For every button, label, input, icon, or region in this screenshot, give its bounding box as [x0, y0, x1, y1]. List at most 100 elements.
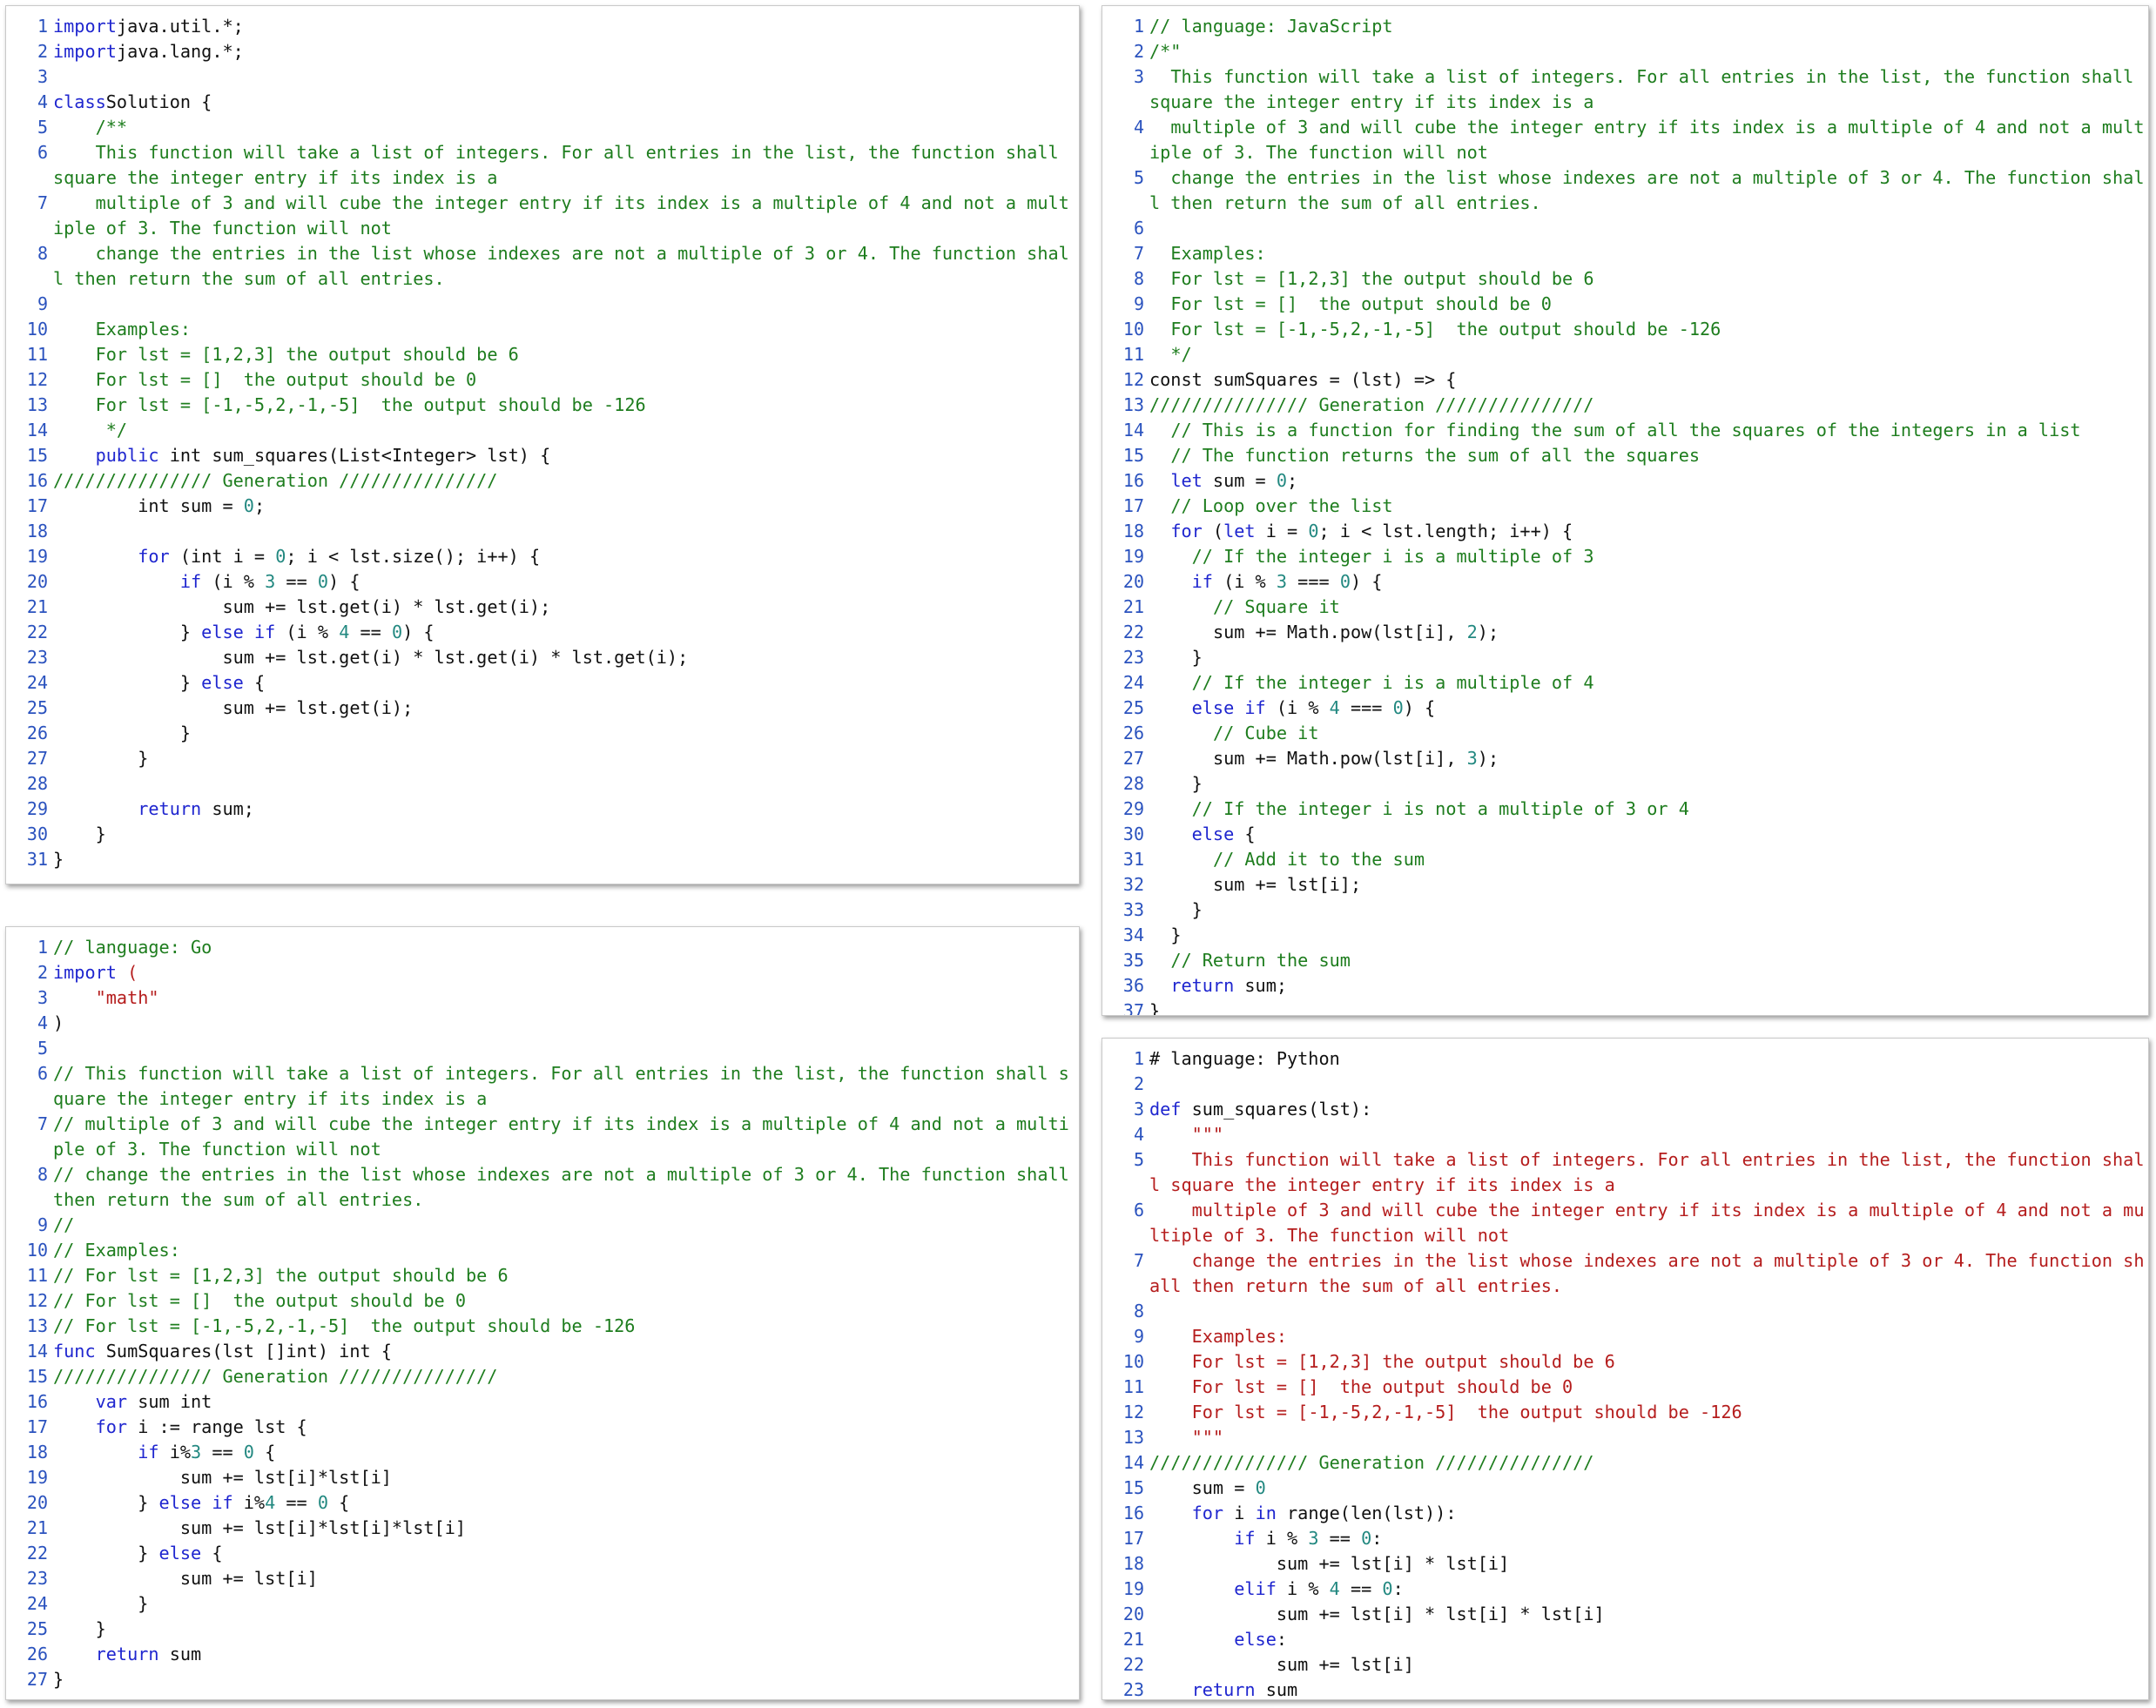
code-line: 18	[6, 519, 1079, 544]
code-line: 28 }	[1102, 771, 2148, 797]
code-token: // Return the sum	[1149, 950, 1351, 971]
code-token: """	[1149, 1124, 1224, 1145]
line-number: 22	[26, 622, 48, 642]
line-number: 21	[26, 596, 48, 617]
code-token: ==	[275, 571, 318, 592]
code-line: 20 } else if i%4 == 0 {	[6, 1490, 1079, 1516]
line-code: importjava.util.*;	[53, 14, 1079, 39]
code-line: 1// language: Go	[6, 935, 1079, 960]
code-line: 6 multiple of 3 and will cube the intege…	[1102, 1198, 2148, 1248]
line-code: } else {	[53, 670, 1079, 696]
code-token: import	[53, 41, 117, 62]
code-line: 23 sum += lst[i]	[6, 1566, 1079, 1591]
line-code: Examples:	[53, 317, 1079, 342]
code-token: sum += Math.pow(lst[i],	[1149, 748, 1467, 769]
line-number: 12	[1122, 1402, 1144, 1422]
code-line: 22 sum += lst[i]	[1102, 1652, 2148, 1678]
code-line: 1 importjava.util.*;	[6, 14, 1079, 39]
line-number: 31	[1122, 849, 1144, 870]
code-line: 29 // If the integer i is not a multiple…	[1102, 797, 2148, 822]
code-token: }	[1149, 647, 1203, 668]
code-line: 27 sum += Math.pow(lst[i], 3);	[1102, 746, 2148, 771]
code-line: 13 For lst = [-1,-5,2,-1,-5] the output …	[6, 393, 1079, 418]
code-token: /////////////// Generation /////////////…	[53, 470, 498, 491]
code-line: 2 import (	[6, 960, 1079, 985]
line-number: 4	[1133, 117, 1144, 138]
code-line: 21 // Square it	[1102, 595, 2148, 620]
code-line: 30 else {	[1102, 822, 2148, 847]
line-number: 17	[26, 495, 48, 516]
code-token: // Cube it	[1149, 723, 1319, 743]
code-line: 1 # language: Python	[1102, 1046, 2148, 1072]
line-number: 20	[1122, 571, 1144, 592]
code-token: /*"	[1149, 41, 1182, 62]
code-token: }	[53, 1593, 149, 1614]
line-number: 9	[1133, 293, 1144, 314]
line-number: 16	[1122, 1503, 1144, 1523]
code-token: sum += lst.get(i);	[53, 697, 414, 718]
line-code: for (let i = 0; i < lst.length; i++) {	[1149, 519, 2148, 544]
code-token: sum	[158, 1644, 202, 1664]
code-token: }	[53, 849, 64, 870]
code-token: i%	[158, 1442, 192, 1463]
code-token: 0	[317, 571, 329, 592]
javascript-code-panel: 1// language: JavaScript 2/*" 3 This funct…	[1102, 5, 2149, 1016]
code-token: {	[243, 672, 266, 693]
code-token: Examples:	[1149, 243, 1266, 264]
line-number: 16	[26, 1391, 48, 1412]
line-number: 13	[26, 394, 48, 415]
line-number: 15	[26, 1366, 48, 1387]
line-number: 28	[1122, 773, 1144, 794]
line-number: 15	[1122, 445, 1144, 466]
line-code: }	[53, 746, 1079, 771]
code-token: (int i =	[169, 546, 276, 567]
code-token: ==	[349, 622, 392, 642]
code-token: sum;	[201, 798, 254, 819]
code-line: 22 } else {	[6, 1541, 1079, 1566]
line-number: 25	[1122, 697, 1144, 718]
line-code: // Return the sum	[1149, 948, 2148, 973]
line-code: """	[1149, 1425, 2148, 1450]
code-token: }	[53, 824, 106, 844]
line-number: 13	[1122, 1427, 1144, 1448]
line-code: For lst = [-1,-5,2,-1,-5] the output sho…	[1149, 1400, 2148, 1425]
code-line: 31}	[6, 847, 1079, 872]
line-number: 19	[1122, 1578, 1144, 1599]
code-token: }	[1149, 925, 1182, 945]
code-token: sum_squares(lst):	[1181, 1099, 1372, 1120]
code-line: 2/*"	[1102, 39, 2148, 64]
line-number: 26	[1122, 723, 1144, 743]
line-number: 19	[26, 1467, 48, 1488]
line-code: let sum = 0;	[1149, 468, 2148, 494]
line-code: // This is a function for finding the su…	[1149, 418, 2148, 443]
code-token: sum += lst[i]*lst[i]	[53, 1467, 392, 1488]
code-line: 22 } else if (i % 4 == 0) {	[6, 620, 1079, 645]
code-token: Solution {	[105, 91, 212, 112]
code-token: ==	[1318, 1528, 1362, 1549]
line-code: else {	[1149, 822, 2148, 847]
code-token: // Square it	[1149, 596, 1340, 617]
line-number: 27	[26, 748, 48, 769]
code-token: ==	[1339, 1578, 1383, 1599]
code-token: This function will take a list of intege…	[53, 142, 1069, 188]
code-listing: 1// language: Go 2 import (3 "math" 4) 5 6// …	[6, 935, 1079, 1692]
code-line: 23 return sum	[1102, 1678, 2148, 1699]
code-token: 4	[339, 622, 350, 642]
line-number: 25	[26, 697, 48, 718]
line-number: 1	[1133, 1048, 1144, 1069]
code-line: 15/////////////// Generation ///////////…	[6, 1364, 1079, 1389]
line-code: return sum;	[53, 797, 1079, 822]
line-code: // Examples:	[53, 1238, 1079, 1263]
line-number: 10	[26, 319, 48, 340]
code-token: import	[53, 962, 117, 983]
line-code: return sum	[1149, 1678, 2148, 1699]
code-line: 24 }	[6, 1591, 1079, 1617]
code-line: 20 if (i % 3 === 0) {	[1102, 569, 2148, 595]
code-token: For lst = [1,2,3] the output should be 6	[53, 344, 519, 365]
code-line: 34 }	[1102, 923, 2148, 948]
line-number: 29	[26, 798, 48, 819]
